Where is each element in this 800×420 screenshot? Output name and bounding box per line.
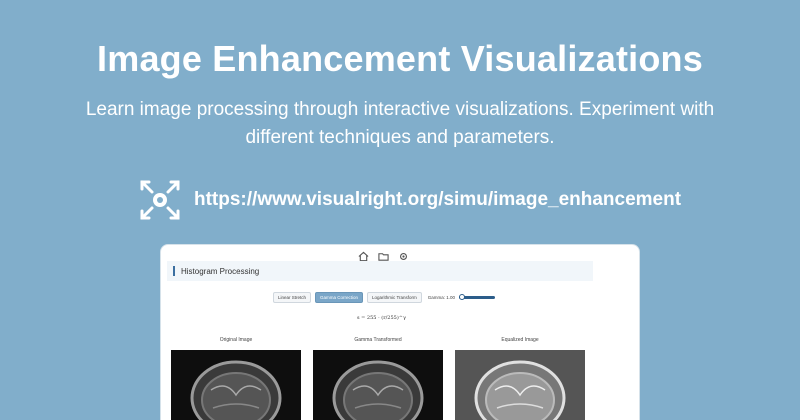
gamma-image-column: Gamma Transformed [313, 337, 443, 420]
equalized-image [455, 350, 585, 420]
gamma-formula: s = 255 · (r/255)^γ [357, 315, 406, 321]
panel-header: Histogram Processing [167, 261, 593, 281]
panel-title: Histogram Processing [181, 266, 260, 276]
brain-scan-image [455, 350, 585, 420]
linear-stretch-button[interactable]: Linear Stretch [273, 291, 312, 303]
page-url-link[interactable]: https://www.visualright.org/simu/image_e… [194, 189, 681, 211]
gamma-image [313, 350, 443, 420]
app-screenshot-card: Histogram Processing Linear Stretch Gamm… [160, 244, 640, 420]
original-image-label: Original Image [219, 337, 253, 343]
gamma-correction-button[interactable]: Gamma Correction [315, 291, 364, 303]
enhancement-controls: Linear Stretch Gamma Correction Logarith… [273, 291, 496, 303]
link-row: https://www.visualright.org/simu/image_e… [138, 176, 681, 224]
gamma-label: Gamma: 1.00 [427, 294, 456, 300]
folder-icon [377, 252, 389, 261]
original-image [171, 350, 301, 420]
page-title: Image Enhancement Visualizations [97, 38, 703, 79]
expand-arrows-eye-icon [140, 180, 180, 220]
brain-scan-image [190, 360, 282, 420]
panel-accent-bar [173, 266, 175, 276]
equalized-image-label: Equalized Image [501, 337, 539, 343]
brain-scan-image [332, 360, 424, 420]
settings-icon [399, 252, 407, 260]
logarithmic-transform-button[interactable]: Logarithmic Transform [367, 291, 422, 303]
equalized-image-column: Equalized Image [455, 337, 585, 420]
home-icon [358, 251, 368, 261]
gamma-slider-knob[interactable] [459, 293, 466, 300]
original-image-column: Original Image [171, 337, 301, 420]
gamma-slider[interactable] [459, 293, 496, 300]
gamma-image-label: Gamma Transformed [354, 337, 402, 343]
page-subtitle: Learn image processing through interacti… [85, 99, 715, 148]
